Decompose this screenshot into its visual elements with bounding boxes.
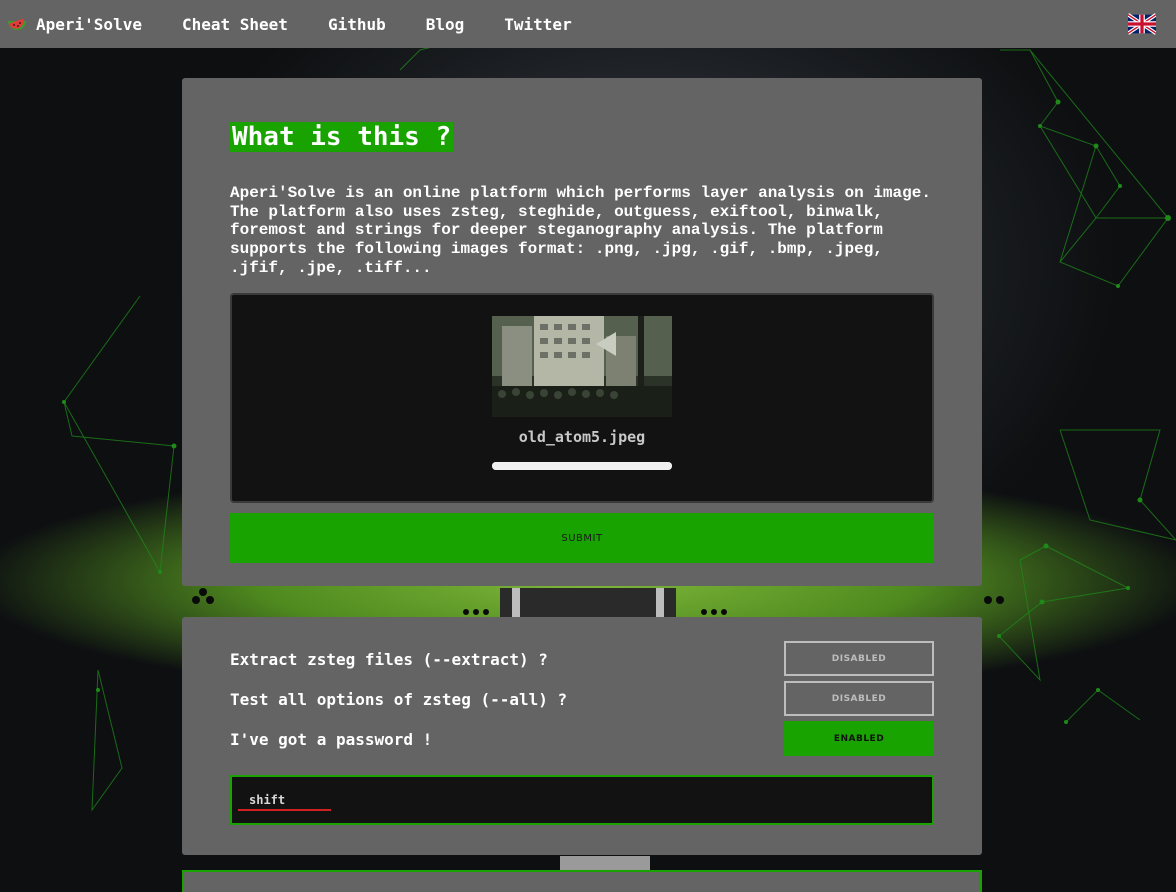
password-field-container bbox=[230, 775, 934, 825]
nav-link-twitter[interactable]: Twitter bbox=[504, 15, 571, 34]
options-card: Extract zsteg files (--extract) ? DISABL… bbox=[182, 617, 982, 855]
toggle-zsteg-all[interactable]: DISABLED bbox=[784, 681, 934, 716]
upload-card: What is this ? Aperi'Solve is an online … bbox=[182, 78, 982, 586]
nav-link-blog[interactable]: Blog bbox=[426, 15, 465, 34]
platform-description: Aperi'Solve is an online platform which … bbox=[230, 184, 931, 277]
section-title: What is this ? bbox=[230, 122, 454, 152]
nav-link-cheat-sheet[interactable]: Cheat Sheet bbox=[182, 15, 288, 34]
option-label-zsteg-extract: Extract zsteg files (--extract) ? bbox=[230, 650, 548, 669]
uk-flag-icon[interactable] bbox=[1128, 13, 1156, 35]
watermelon-logo-icon bbox=[8, 18, 26, 30]
results-card-top-edge bbox=[182, 870, 982, 892]
toggle-password[interactable]: ENABLED bbox=[784, 721, 934, 756]
password-input[interactable] bbox=[238, 791, 331, 811]
toggle-zsteg-extract[interactable]: DISABLED bbox=[784, 641, 934, 676]
upload-progress-fill bbox=[492, 462, 672, 470]
uploaded-image-thumbnail bbox=[492, 316, 672, 417]
brand-name: Aperi'Solve bbox=[36, 14, 142, 34]
submit-button[interactable]: SUBMIT bbox=[230, 513, 934, 563]
upload-progress-bar bbox=[492, 462, 672, 470]
brand-link[interactable]: Aperi'Solve bbox=[6, 13, 142, 35]
nav-link-github[interactable]: Github bbox=[328, 15, 386, 34]
option-label-password: I've got a password ! bbox=[230, 730, 433, 749]
nav-links: Cheat Sheet Github Blog Twitter bbox=[162, 15, 592, 34]
option-label-zsteg-all: Test all options of zsteg (--all) ? bbox=[230, 690, 568, 709]
file-dropzone[interactable]: old_atom5.jpeg bbox=[230, 293, 934, 503]
top-navbar: Aperi'Solve Cheat Sheet Github Blog Twit… bbox=[0, 0, 1176, 48]
uploaded-file-name: old_atom5.jpeg bbox=[518, 428, 646, 446]
